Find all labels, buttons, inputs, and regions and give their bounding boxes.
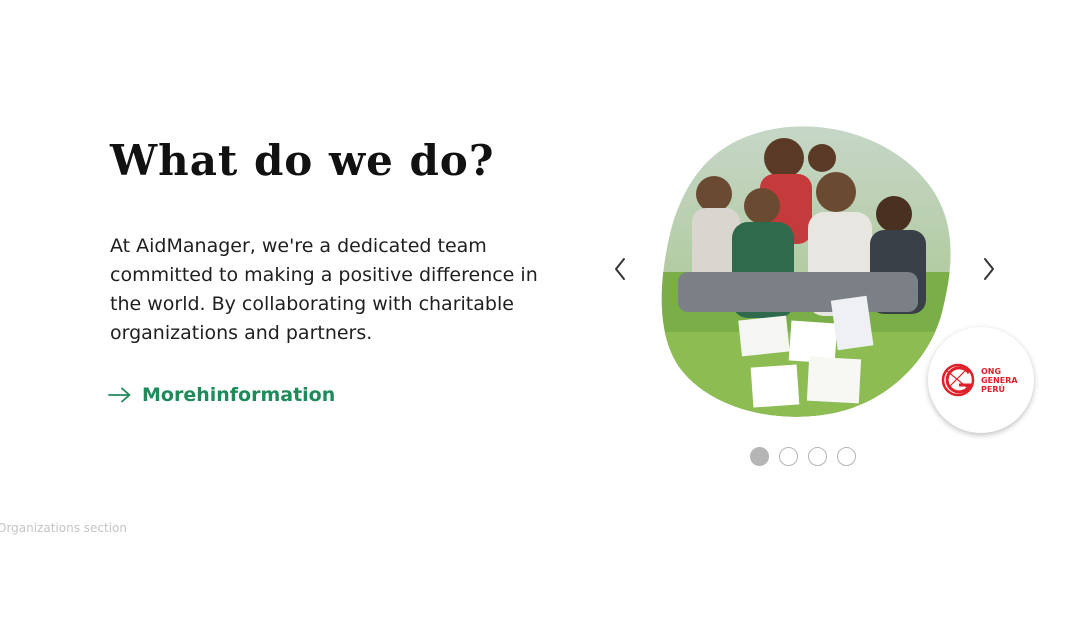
logo-text-line: GENERA (981, 375, 1018, 385)
carousel-dot-4[interactable] (837, 447, 856, 466)
more-information-link[interactable]: Morehinformation (108, 380, 335, 410)
section-heading: What do we do? (110, 136, 495, 185)
carousel-prev-button[interactable] (605, 250, 635, 290)
carousel-dot-2[interactable] (779, 447, 798, 466)
arrow-right-icon (108, 387, 132, 403)
more-information-label: Morehinformation (142, 384, 336, 406)
carousel-dot-1[interactable] (750, 447, 769, 466)
partner-logo-text: ONG GENERA PERÚ (981, 367, 1023, 394)
logo-text-line: ONG (981, 366, 1002, 376)
section-description: At AidManager, we're a dedicated team co… (110, 235, 538, 344)
carousel-indicators (750, 447, 856, 466)
ong-genera-peru-logo (939, 361, 977, 399)
carousel-next-button[interactable] (974, 250, 1004, 290)
partner-logo-badge: ONG GENERA PERÚ (928, 327, 1034, 433)
chevron-left-icon (613, 257, 627, 284)
logo-text-line: PERÚ (981, 384, 1005, 394)
partner-carousel: ONG GENERA PERÚ (600, 110, 1034, 480)
chevron-right-icon (982, 257, 996, 284)
section-label: Organizations section (0, 521, 128, 535)
carousel-dot-3[interactable] (808, 447, 827, 466)
carousel-slide-image[interactable]: ONG GENERA PERÚ (658, 122, 1034, 433)
